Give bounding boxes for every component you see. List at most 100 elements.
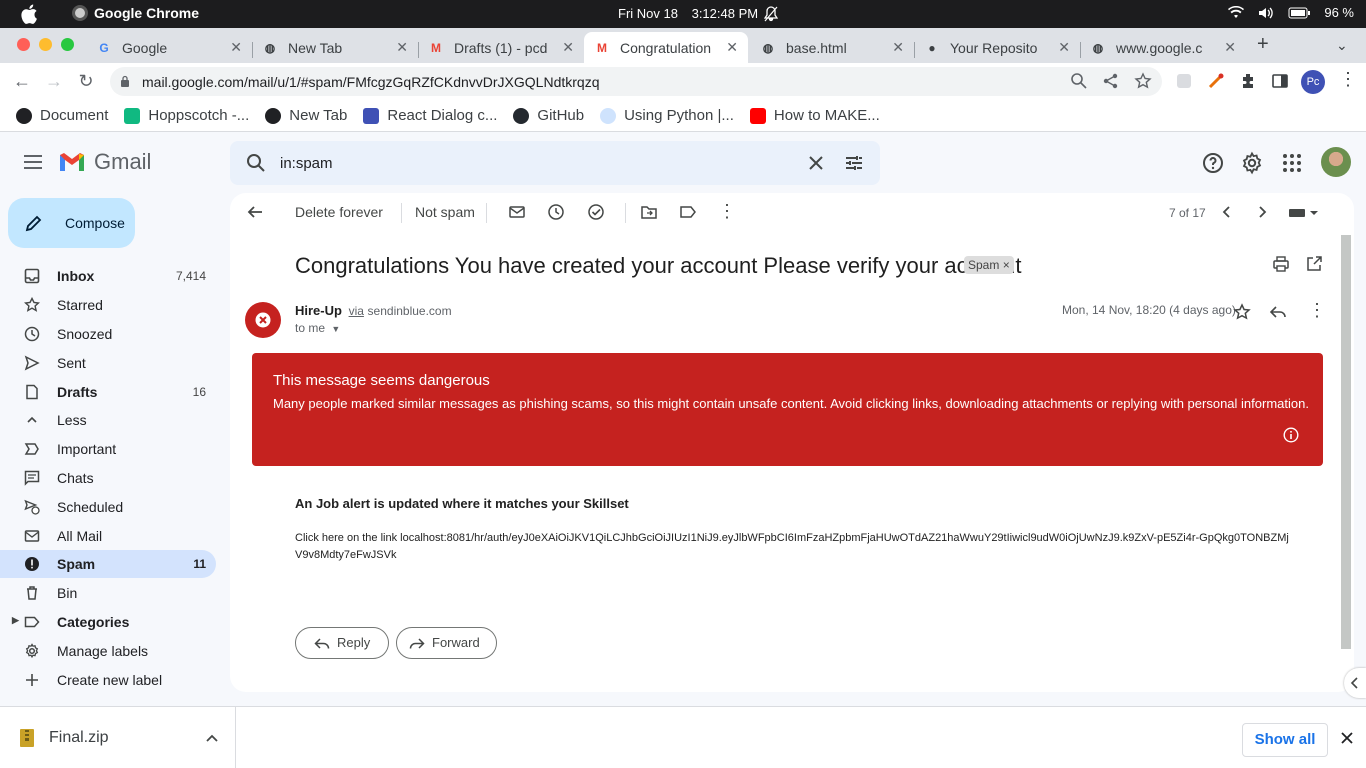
apps-grid-icon[interactable] (1280, 151, 1304, 175)
close-tab-icon[interactable]: ✕ (230, 39, 242, 56)
share-icon[interactable] (1102, 72, 1120, 90)
compose-button[interactable]: Compose (8, 198, 135, 248)
bookmark-how-to-make[interactable]: How to MAKE... (749, 107, 880, 124)
mark-unread-icon[interactable] (508, 203, 526, 221)
recipient-details[interactable]: to me ▼ (295, 321, 340, 335)
close-tab-icon[interactable]: ✕ (1058, 39, 1070, 56)
minimize-window-button[interactable] (39, 38, 52, 51)
sidebar-item-less[interactable]: Less (0, 406, 216, 434)
close-window-button[interactable] (17, 38, 30, 51)
label-as-icon[interactable] (679, 203, 697, 221)
sidebar-item-sent[interactable]: Sent (0, 349, 216, 377)
chrome-menu-icon[interactable]: ⋮ (1339, 69, 1357, 90)
tab-google[interactable]: G Google ✕ (86, 32, 252, 63)
sender-name[interactable]: Hire-Up (295, 303, 342, 318)
message-more-icon[interactable]: ⋮ (1308, 300, 1326, 321)
apple-logo-icon[interactable] (20, 4, 38, 24)
notification-bell-icon[interactable] (764, 6, 778, 22)
show-all-downloads-button[interactable]: Show all (1242, 723, 1328, 757)
open-in-new-window-icon[interactable] (1305, 255, 1323, 273)
sidebar-item-create-new-label[interactable]: Create new label (0, 666, 216, 694)
star-message-icon[interactable] (1233, 303, 1251, 321)
back-button[interactable]: ← (12, 71, 32, 91)
volume-icon[interactable] (1258, 6, 1274, 20)
input-tools-icon[interactable] (1288, 205, 1320, 221)
more-options-icon[interactable]: ⋮ (718, 201, 736, 222)
extension-icon[interactable] (1175, 72, 1193, 90)
gmail-logo[interactable]: Gmail (58, 149, 151, 175)
close-download-shelf-icon[interactable] (1340, 731, 1354, 745)
active-app[interactable]: Google Chrome (72, 5, 199, 21)
account-avatar[interactable] (1321, 147, 1351, 177)
sidebar-item-scheduled[interactable]: Scheduled (0, 493, 216, 521)
close-tab-icon[interactable]: ✕ (562, 39, 574, 56)
forward-button[interactable]: → (44, 71, 64, 91)
tab-congratulations[interactable]: M Congratulation ✕ (584, 32, 748, 63)
tab-search-chevron-icon[interactable]: ⌄ (1336, 37, 1348, 54)
sidebar-item-all-mail[interactable]: All Mail (0, 522, 216, 550)
color-picker-extension-icon[interactable] (1207, 72, 1225, 90)
clear-search-icon[interactable] (806, 153, 826, 173)
caret-down-icon[interactable]: ▼ (331, 324, 340, 334)
sidebar-item-bin[interactable]: Bin (0, 579, 216, 607)
search-options-icon[interactable] (844, 153, 864, 173)
tab-drafts[interactable]: M Drafts (1) - pcd ✕ (418, 32, 584, 63)
tab-your-repository[interactable]: ● Your Reposito ✕ (914, 32, 1080, 63)
expand-arrow-icon[interactable]: ▶ (12, 615, 19, 626)
snooze-icon[interactable] (547, 203, 565, 221)
search-input[interactable] (280, 151, 800, 175)
sidebar-item-spam[interactable]: Spam 11 (0, 550, 216, 578)
older-chevron-icon[interactable] (1253, 203, 1271, 221)
close-tab-icon[interactable]: ✕ (396, 39, 408, 56)
add-to-tasks-icon[interactable] (587, 203, 605, 221)
reply-button[interactable]: Reply (295, 627, 389, 659)
battery-icon[interactable] (1288, 7, 1311, 19)
maximize-window-button[interactable] (61, 38, 74, 51)
back-to-list-icon[interactable] (246, 203, 264, 221)
side-panel-icon[interactable] (1271, 72, 1289, 90)
close-tab-icon[interactable]: ✕ (892, 39, 904, 56)
not-spam-button[interactable]: Not spam (415, 204, 475, 220)
tab-new-tab[interactable]: ◍ New Tab ✕ (252, 32, 418, 63)
puzzle-extensions-icon[interactable] (1239, 72, 1257, 90)
profile-avatar[interactable]: Pc (1301, 70, 1325, 94)
menu-clock[interactable]: Fri Nov 18 3:12:48 PM (618, 6, 768, 21)
newer-chevron-icon[interactable] (1218, 203, 1236, 221)
delete-forever-button[interactable]: Delete forever (295, 204, 383, 220)
download-item[interactable]: Final.zip (0, 707, 236, 768)
sidebar-item-inbox[interactable]: Inbox 7,414 (0, 262, 216, 290)
bookmark-star-icon[interactable] (1134, 72, 1152, 90)
main-menu-icon[interactable] (24, 155, 42, 169)
bookmark-hoppscotch[interactable]: Hoppscotch -... (124, 107, 249, 124)
info-icon[interactable] (1283, 427, 1299, 443)
close-tab-icon[interactable]: ✕ (1224, 39, 1236, 56)
help-icon[interactable] (1201, 151, 1225, 175)
bookmark-using-python[interactable]: Using Python |... (600, 107, 734, 124)
bookmark-react-dialog[interactable]: React Dialog c... (363, 107, 497, 124)
print-icon[interactable] (1272, 255, 1290, 273)
sidebar-item-categories[interactable]: ▶ Categories (0, 608, 216, 636)
lock-icon[interactable] (120, 75, 130, 87)
sidebar-item-snoozed[interactable]: Snoozed (0, 320, 216, 348)
close-tab-icon[interactable]: ✕ (726, 39, 738, 56)
reload-button[interactable]: ↻ (76, 71, 96, 91)
forward-button[interactable]: Forward (396, 627, 497, 659)
sidebar-item-chats[interactable]: Chats (0, 464, 216, 492)
bookmark-new-tab[interactable]: New Tab (265, 107, 347, 124)
message-scrollbar[interactable] (1341, 235, 1351, 649)
bookmark-document[interactable]: Document (16, 107, 108, 124)
address-bar[interactable]: mail.google.com/mail/u/1/#spam/FMfcgzGqR… (110, 67, 1162, 96)
tab-base-html[interactable]: ◍ base.html ✕ (750, 32, 914, 63)
tab-www-google[interactable]: ◍ www.google.c ✕ (1080, 32, 1246, 63)
spam-label-badge[interactable]: Spam × (964, 256, 1014, 274)
via-link[interactable]: via (349, 304, 364, 318)
remove-label-icon[interactable]: × (1003, 258, 1010, 272)
wifi-icon[interactable] (1228, 5, 1245, 20)
reply-icon[interactable] (1269, 303, 1287, 321)
sidebar-item-starred[interactable]: Starred (0, 291, 216, 319)
sidebar-item-drafts[interactable]: Drafts 16 (0, 378, 216, 406)
sidebar-item-important[interactable]: Important (0, 435, 216, 463)
side-panel-toggle[interactable] (1344, 668, 1366, 698)
new-tab-button[interactable]: + (1257, 33, 1269, 56)
chevron-up-icon[interactable] (205, 731, 219, 745)
